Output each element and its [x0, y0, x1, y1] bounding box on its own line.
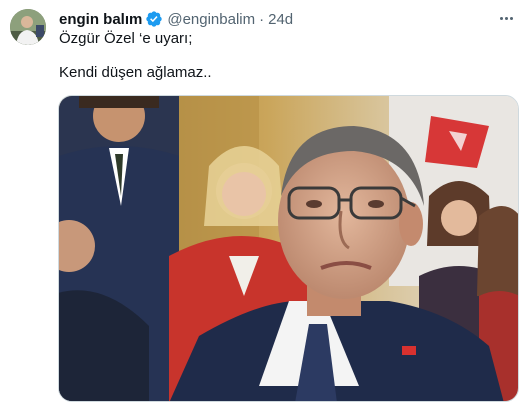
tweet-photo[interactable] [58, 95, 519, 402]
user-avatar[interactable] [10, 9, 46, 45]
tweet: engin balım @enginbalim · 24d Özgür Özel… [0, 0, 531, 412]
verified-badge-icon [146, 11, 163, 27]
tweet-text-line-1: Özgür Özel ‘e uyarı; [59, 30, 193, 47]
tweet-header: engin balım @enginbalim · 24d [59, 9, 293, 29]
display-name[interactable]: engin balım [59, 11, 142, 28]
post-timestamp[interactable]: 24d [268, 11, 293, 28]
more-options-icon[interactable] [495, 8, 517, 28]
tweet-text-line-2: Kendi düşen ağlamaz.. [59, 64, 212, 81]
user-handle[interactable]: @enginbalim [167, 11, 255, 28]
photo-image [59, 96, 518, 401]
separator-dot: · [259, 10, 265, 28]
